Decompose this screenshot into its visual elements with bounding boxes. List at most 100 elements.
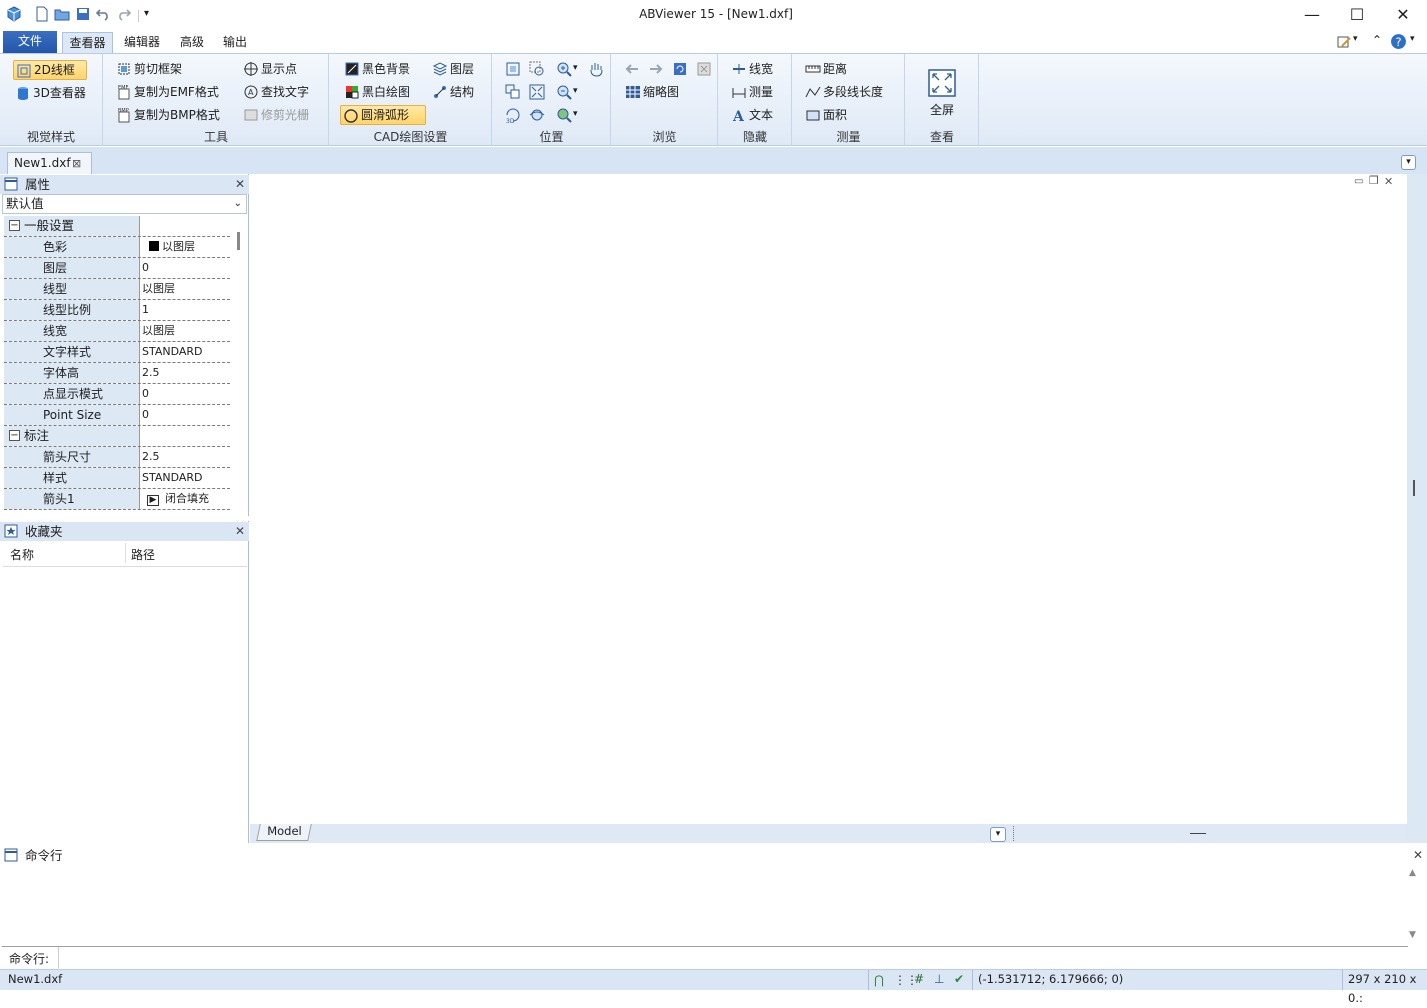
viewer-3d-button[interactable]: 3D查看器 bbox=[13, 83, 93, 103]
copy-emf-button[interactable]: EMF 复制为EMF格式 bbox=[114, 82, 219, 102]
property-value[interactable]: STANDARD bbox=[141, 468, 230, 488]
pan-hand-icon[interactable] bbox=[587, 60, 605, 78]
show-points-button[interactable]: 显示点 bbox=[241, 59, 297, 79]
property-value[interactable]: 1 bbox=[141, 300, 230, 320]
polyline-length-button[interactable]: 多段线长度 bbox=[803, 82, 883, 102]
property-row[interactable]: 线型 以图层 bbox=[4, 279, 230, 300]
next-arrow-icon[interactable] bbox=[647, 60, 665, 78]
fullscreen-button[interactable]: 全屏 bbox=[916, 66, 968, 120]
zoom-window-icon[interactable] bbox=[504, 60, 522, 78]
zoom-region-icon[interactable] bbox=[528, 60, 546, 78]
tab-output[interactable]: 输出 bbox=[216, 32, 254, 53]
column-name[interactable]: 名称 bbox=[10, 546, 34, 563]
property-row[interactable]: 线宽 以图层 bbox=[4, 321, 230, 342]
property-value[interactable]: 以图层 bbox=[141, 321, 230, 341]
tab-advanced[interactable]: 高级 bbox=[172, 32, 212, 53]
zoom-extents-icon[interactable] bbox=[528, 83, 546, 101]
properties-scrollbar[interactable] bbox=[237, 232, 240, 250]
view-options-icon[interactable] bbox=[555, 106, 573, 124]
perpendicular-icon[interactable]: ⊥ bbox=[934, 970, 944, 989]
layout-dropdown-icon[interactable]: ▾ bbox=[990, 827, 1006, 842]
canvas-minimize-icon[interactable]: ▭ bbox=[1354, 176, 1363, 187]
document-list-dropdown-icon[interactable]: ▾ bbox=[1401, 155, 1416, 170]
property-row[interactable]: 色彩 以图层 bbox=[4, 237, 230, 258]
close-button[interactable]: ✕ bbox=[1380, 0, 1426, 30]
property-row[interactable]: − 一般设置 bbox=[4, 216, 230, 237]
close-view-icon[interactable] bbox=[695, 60, 713, 78]
property-row[interactable]: Point Size 0 bbox=[4, 405, 230, 426]
help-icon[interactable]: ? bbox=[1390, 33, 1407, 50]
black-background-button[interactable]: 黑色背景 bbox=[342, 59, 410, 79]
maximize-button[interactable]: ☐ bbox=[1334, 0, 1380, 30]
property-value[interactable] bbox=[141, 216, 230, 236]
tab-model[interactable]: Model bbox=[256, 824, 312, 841]
close-tab-icon[interactable]: ⊠ bbox=[72, 153, 81, 174]
collapse-ribbon-icon[interactable]: ⌃ bbox=[1372, 33, 1382, 47]
close-properties-icon[interactable]: ✕ bbox=[235, 175, 245, 194]
text-toggle-button[interactable]: A 文本 bbox=[729, 105, 773, 125]
property-row[interactable]: 图层 0 bbox=[4, 258, 230, 279]
minimize-button[interactable]: — bbox=[1289, 0, 1335, 30]
column-path[interactable]: 路径 bbox=[131, 546, 155, 563]
property-row[interactable]: 字体高 2.5 bbox=[4, 363, 230, 384]
property-value[interactable]: 0 bbox=[141, 405, 230, 425]
rotate-3d-icon[interactable]: 3D bbox=[504, 106, 522, 124]
zoom-out-icon[interactable] bbox=[555, 83, 573, 101]
layers-button[interactable]: 图层 bbox=[430, 59, 474, 79]
property-value[interactable]: 2.5 bbox=[141, 447, 230, 467]
horizontal-scroll-thumb[interactable] bbox=[1190, 833, 1206, 834]
trim-raster-button[interactable]: 修剪光栅 bbox=[241, 105, 309, 125]
reload-icon[interactable] bbox=[671, 60, 689, 78]
tab-editor[interactable]: 编辑器 bbox=[118, 32, 166, 53]
command-input[interactable] bbox=[60, 948, 1400, 967]
orbit-icon[interactable] bbox=[528, 106, 546, 124]
dimension-toggle-button[interactable]: 测量 bbox=[729, 82, 773, 102]
canvas-close-icon[interactable]: ✕ bbox=[1384, 175, 1393, 188]
distance-button[interactable]: 距离 bbox=[803, 59, 847, 79]
property-row[interactable]: 线型比例 1 bbox=[4, 300, 230, 321]
close-favorites-icon[interactable]: ✕ bbox=[235, 522, 245, 541]
zoom-out-dropdown-icon[interactable]: ▾ bbox=[573, 86, 578, 96]
scroll-thumb[interactable] bbox=[1413, 480, 1415, 496]
find-text-button[interactable]: A 查找文字 bbox=[241, 82, 309, 102]
property-value[interactable]: 以图层 bbox=[141, 237, 230, 257]
properties-selector[interactable]: 默认值 ⌄ bbox=[2, 194, 247, 214]
tab-viewer[interactable]: 查看器 bbox=[62, 32, 113, 53]
property-value[interactable]: 0 bbox=[141, 258, 230, 278]
structure-button[interactable]: 结构 bbox=[430, 82, 474, 102]
wireframe-2d-button[interactable]: 2D线框 bbox=[13, 60, 87, 80]
style-dropdown-icon[interactable]: ▾ bbox=[1353, 34, 1358, 44]
scroll-down-icon[interactable]: ▼ bbox=[1409, 930, 1416, 940]
scroll-up-icon[interactable]: ▲ bbox=[1409, 868, 1416, 878]
zoom-previous-icon[interactable] bbox=[504, 83, 522, 101]
copy-bmp-button[interactable]: BMP 复制为BMP格式 bbox=[114, 105, 220, 125]
lineweight-toggle-button[interactable]: 线宽 bbox=[729, 59, 773, 79]
property-value[interactable]: 以图层 bbox=[141, 279, 230, 299]
property-row[interactable]: 样式 STANDARD bbox=[4, 468, 230, 489]
document-tab[interactable]: New1.dxf ⊠ bbox=[7, 152, 92, 174]
canvas-restore-icon[interactable]: ❐ bbox=[1369, 174, 1379, 187]
clip-frame-button[interactable]: 剪切框架 bbox=[114, 59, 182, 79]
thumbnail-button[interactable]: 缩略图 bbox=[623, 82, 679, 102]
collapse-icon[interactable]: − bbox=[9, 220, 20, 231]
property-value[interactable]: 2.5 bbox=[141, 363, 230, 383]
property-row[interactable]: 点显示模式 0 bbox=[4, 384, 230, 405]
property-row[interactable]: 箭头1 ▶ 闭合填充 bbox=[4, 489, 230, 510]
help-dropdown-icon[interactable]: ▾ bbox=[1410, 34, 1415, 44]
property-value[interactable]: ▶ 闭合填充 bbox=[141, 489, 230, 509]
bw-drawing-button[interactable]: 黑白绘图 bbox=[342, 82, 410, 102]
splitter-handle[interactable] bbox=[1013, 826, 1015, 841]
style-edit-icon[interactable] bbox=[1336, 34, 1352, 50]
close-command-icon[interactable]: ✕ bbox=[1413, 846, 1423, 865]
property-row[interactable]: − 标注 bbox=[4, 426, 230, 447]
property-value[interactable]: STANDARD bbox=[141, 342, 230, 362]
property-value[interactable]: 0 bbox=[141, 384, 230, 404]
snap-magnet-icon[interactable]: ⋂ bbox=[874, 971, 884, 990]
area-button[interactable]: 面积 bbox=[803, 105, 847, 125]
ortho-grid-icon[interactable]: # bbox=[914, 970, 924, 989]
zoom-in-dropdown-icon[interactable]: ▾ bbox=[573, 63, 578, 73]
property-value[interactable] bbox=[141, 426, 230, 446]
tab-file[interactable]: 文件 bbox=[3, 31, 57, 53]
previous-arrow-icon[interactable] bbox=[623, 60, 641, 78]
property-row[interactable]: 文字样式 STANDARD bbox=[4, 342, 230, 363]
